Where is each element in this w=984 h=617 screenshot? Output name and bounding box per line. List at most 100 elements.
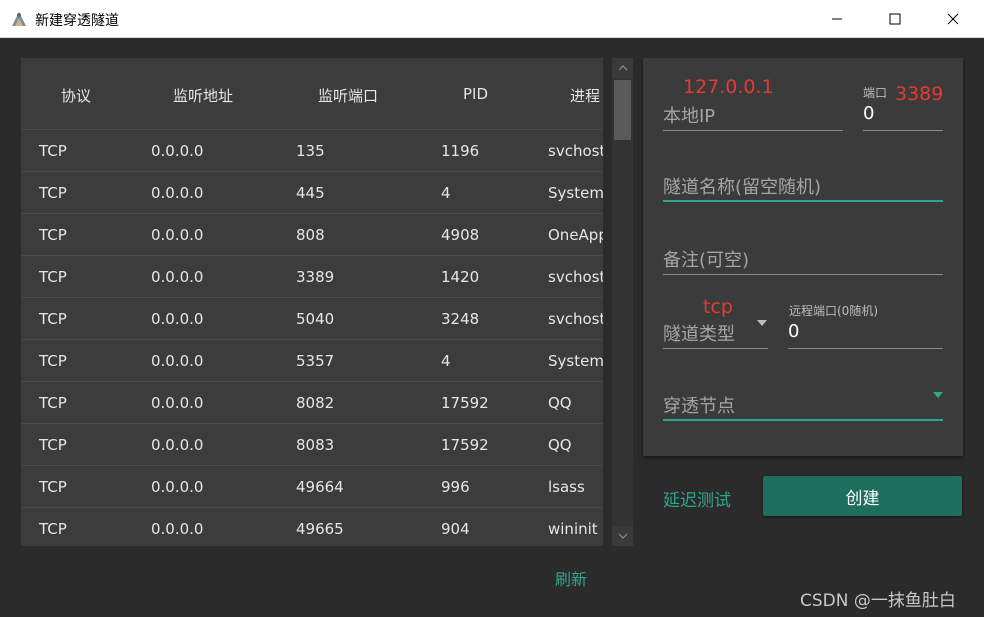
cell-protocol: TCP — [39, 478, 67, 496]
close-icon — [947, 13, 959, 25]
port-underline — [863, 130, 943, 131]
table-header: 协议 监听地址 监听端口 PID 进程 — [21, 58, 603, 130]
maximize-button[interactable] — [866, 0, 924, 38]
cell-process: QQ — [548, 394, 572, 412]
cell-address: 0.0.0.0 — [151, 436, 204, 454]
cell-address: 0.0.0.0 — [151, 184, 204, 202]
table-row[interactable]: TCP 0.0.0.0 5040 3248 svchost — [21, 298, 603, 340]
dropdown-arrow-icon — [933, 392, 943, 398]
column-header-listen-address[interactable]: 监听地址 — [173, 85, 233, 106]
cell-protocol: TCP — [39, 310, 67, 328]
minimize-icon — [832, 18, 842, 20]
node-select[interactable]: 穿透节点 — [663, 384, 943, 421]
scroll-thumb[interactable] — [614, 80, 631, 140]
cell-pid: 4908 — [441, 226, 480, 244]
cell-pid: 904 — [441, 520, 470, 538]
cell-process: OneApp — [548, 226, 603, 244]
cell-address: 0.0.0.0 — [151, 478, 204, 496]
cell-pid: 17592 — [441, 436, 489, 454]
remote-port-underline — [788, 348, 943, 349]
cell-pid: 4 — [441, 352, 451, 370]
cell-address: 0.0.0.0 — [151, 142, 204, 160]
cell-protocol: TCP — [39, 226, 67, 244]
chevron-up-icon — [618, 65, 627, 71]
window-title: 新建穿透隧道 — [35, 13, 119, 29]
cell-pid: 3248 — [441, 310, 480, 328]
table-row[interactable]: TCP 0.0.0.0 3389 1420 svchost — [21, 256, 603, 298]
tunnel-type-annotation: tcp — [703, 296, 733, 318]
cell-protocol: TCP — [39, 520, 67, 538]
remark-placeholder: 备注(可空) — [663, 250, 750, 271]
port-field[interactable]: 端口 3389 0 — [863, 76, 943, 131]
cell-pid: 1196 — [441, 142, 480, 160]
chevron-down-icon — [618, 533, 627, 539]
tunnel-type-select[interactable]: tcp 隧道类型 — [663, 296, 768, 349]
column-header-protocol[interactable]: 协议 — [61, 85, 91, 106]
create-button[interactable]: 创建 — [763, 476, 962, 516]
cell-pid: 17592 — [441, 394, 489, 412]
table-row[interactable]: TCP 0.0.0.0 5357 4 System — [21, 340, 603, 382]
refresh-link[interactable]: 刷新 — [555, 566, 587, 590]
node-underline — [663, 419, 943, 421]
cell-protocol: TCP — [39, 142, 67, 160]
cell-port: 8082 — [296, 394, 335, 412]
port-label: 端口 — [863, 86, 888, 100]
local-ip-field[interactable]: 127.0.0.1 本地IP — [663, 76, 843, 131]
table-row[interactable]: TCP 0.0.0.0 135 1196 svchost — [21, 130, 603, 172]
cell-port: 135 — [296, 142, 325, 160]
column-header-process[interactable]: 进程 — [570, 85, 600, 106]
dropdown-arrow-icon — [757, 320, 767, 326]
table-row[interactable]: TCP 0.0.0.0 8082 17592 QQ — [21, 382, 603, 424]
cell-protocol: TCP — [39, 268, 67, 286]
cell-protocol: TCP — [39, 436, 67, 454]
delay-test-link[interactable]: 延迟测试 — [663, 486, 731, 511]
scroll-up-button[interactable] — [612, 58, 633, 78]
tunnel-name-input[interactable]: 隧道名称(留空随机) — [663, 166, 943, 202]
cell-port: 808 — [296, 226, 325, 244]
cell-protocol: TCP — [39, 352, 67, 370]
tunnel-form: 127.0.0.1 本地IP 端口 3389 0 隧道名称(留空随机) 备注(可… — [643, 58, 963, 456]
cell-process: wininit — [548, 520, 598, 538]
watermark: CSDN @一抹鱼肚白 — [800, 591, 956, 611]
table-row[interactable]: TCP 0.0.0.0 49665 904 wininit — [21, 508, 603, 546]
cell-address: 0.0.0.0 — [151, 352, 204, 370]
cell-pid: 1420 — [441, 268, 480, 286]
local-ip-underline — [663, 130, 843, 131]
port-value: 0 — [863, 103, 875, 124]
cell-process: System — [548, 184, 603, 202]
cell-address: 0.0.0.0 — [151, 268, 204, 286]
cell-port: 5040 — [296, 310, 335, 328]
cell-port: 445 — [296, 184, 325, 202]
column-header-listen-port[interactable]: 监听端口 — [318, 85, 378, 106]
local-ip-label: 本地IP — [663, 106, 716, 127]
table-scrollbar[interactable] — [612, 58, 633, 546]
tunnel-name-underline — [663, 200, 943, 202]
cell-address: 0.0.0.0 — [151, 520, 204, 538]
scroll-down-button[interactable] — [612, 526, 633, 546]
tunnel-name-placeholder: 隧道名称(留空随机) — [663, 177, 822, 198]
column-header-pid[interactable]: PID — [463, 85, 488, 103]
local-ip-annotation: 127.0.0.1 — [683, 76, 774, 98]
cell-pid: 996 — [441, 478, 470, 496]
tunnel-type-label: 隧道类型 — [663, 324, 735, 345]
minimize-button[interactable] — [808, 0, 866, 38]
title-bar: 新建穿透隧道 — [0, 0, 984, 38]
cell-port: 5357 — [296, 352, 335, 370]
remark-input[interactable]: 备注(可空) — [663, 239, 943, 275]
cell-protocol: TCP — [39, 394, 67, 412]
table-row[interactable]: TCP 0.0.0.0 808 4908 OneApp — [21, 214, 603, 256]
table-row[interactable]: TCP 0.0.0.0 49664 996 lsass — [21, 466, 603, 508]
remote-port-value: 0 — [788, 321, 800, 342]
remote-port-field[interactable]: 远程端口(0随机) 0 — [788, 296, 943, 349]
table-row[interactable]: TCP 0.0.0.0 445 4 System — [21, 172, 603, 214]
node-label: 穿透节点 — [663, 396, 735, 417]
cell-process: svchost — [548, 142, 603, 160]
app-icon — [12, 12, 26, 26]
cell-protocol: TCP — [39, 184, 67, 202]
close-button[interactable] — [924, 0, 982, 38]
cell-process: lsass — [548, 478, 585, 496]
table-row[interactable]: TCP 0.0.0.0 8083 17592 QQ — [21, 424, 603, 466]
cell-process: QQ — [548, 436, 572, 454]
cell-port: 49665 — [296, 520, 344, 538]
remark-underline — [663, 274, 943, 275]
